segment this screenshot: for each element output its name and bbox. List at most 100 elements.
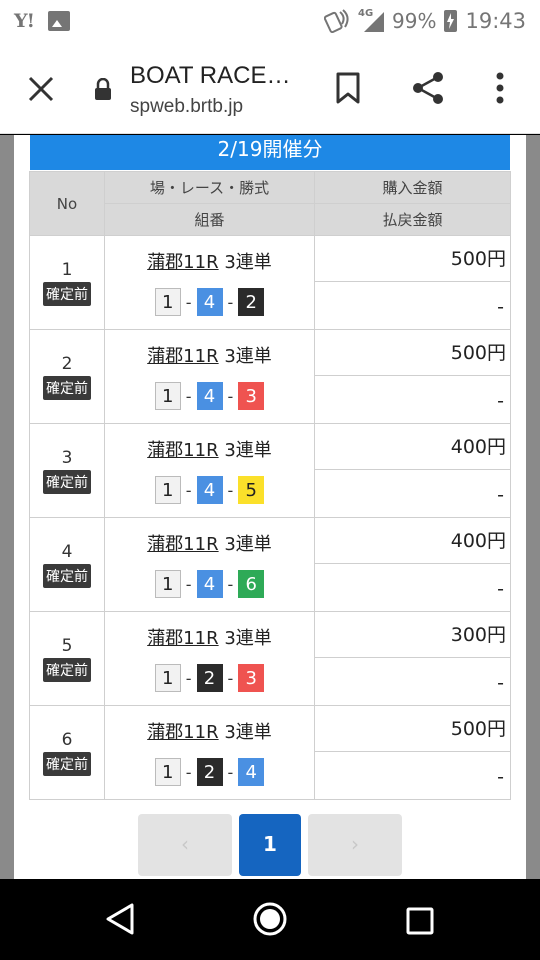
boat-number-1: 1 <box>154 758 181 786</box>
close-icon[interactable] <box>24 72 58 106</box>
race-link[interactable]: 蒲郡11R <box>147 440 218 461</box>
status-badge: 確定前 <box>43 469 91 494</box>
table-row: 4 確定前 蒲郡11R 3連単 1-4-6 400円 - <box>29 517 511 612</box>
bet-history-panel: 2/19開催分 No 場・レース・勝式 購入金額 組番 払戻金額 1 確定前 蒲郡1… <box>14 135 526 879</box>
boat-number-2: 2 <box>196 758 223 786</box>
status-badge: 確定前 <box>43 657 91 682</box>
image-icon <box>47 11 70 31</box>
header-no: No <box>29 171 105 236</box>
combination: 1-4-6 <box>105 570 314 598</box>
race-link[interactable]: 蒲郡11R <box>147 346 218 367</box>
purchase-amount: 500円 <box>315 236 510 282</box>
more-vert-icon[interactable] <box>490 70 510 106</box>
payout-amount: - <box>497 578 504 600</box>
combo-separator: - <box>185 292 192 312</box>
boat-number-5: 5 <box>238 476 265 504</box>
payout-amount: - <box>497 672 504 694</box>
table-row: 3 確定前 蒲郡11R 3連単 1-4-5 400円 - <box>29 423 511 518</box>
back-icon[interactable] <box>106 903 136 935</box>
race-link[interactable]: 蒲郡11R <box>147 722 218 743</box>
purchase-amount: 400円 <box>315 518 510 564</box>
bet-type: 3連単 <box>224 722 272 743</box>
bet-type: 3連単 <box>224 628 272 649</box>
bet-table: No 場・レース・勝式 購入金額 組番 払戻金額 1 確定前 蒲郡11R 3連単 1-… <box>29 171 511 800</box>
prev-page-button[interactable]: ‹ <box>138 814 232 876</box>
next-page-button[interactable]: › <box>308 814 402 876</box>
amount-cell: 300円 - <box>314 611 511 706</box>
page-title[interactable]: BOAT RACE… <box>130 62 290 90</box>
header-payout: 払戻金額 <box>314 203 511 236</box>
table-row: 2 確定前 蒲郡11R 3連単 1-4-3 500円 - <box>29 329 511 424</box>
race-link[interactable]: 蒲郡11R <box>147 252 218 273</box>
row-number: 5 <box>61 635 73 656</box>
payout-amount: - <box>497 390 504 412</box>
bet-type: 3連単 <box>224 534 272 555</box>
payout-amount: - <box>497 296 504 318</box>
bookmark-icon[interactable] <box>334 70 362 106</box>
status-bar: Y! 4G 99% 19:43 <box>0 0 540 44</box>
combination: 1-4-2 <box>105 288 314 316</box>
combo-separator: - <box>185 386 192 406</box>
system-nav-bar <box>0 879 540 960</box>
boat-number-2: 2 <box>238 288 265 316</box>
race-cell: 蒲郡11R 3連単 1-4-6 <box>104 517 315 612</box>
boat-number-4: 4 <box>196 476 223 504</box>
combo-separator: - <box>185 668 192 688</box>
combination: 1-4-3 <box>105 382 314 410</box>
table-row: 5 確定前 蒲郡11R 3連単 1-2-3 300円 - <box>29 611 511 706</box>
boat-number-1: 1 <box>154 664 181 692</box>
browser-toolbar: BOAT RACE… spweb.brtb.jp <box>0 44 540 134</box>
table-row: 6 確定前 蒲郡11R 3連単 1-2-4 500円 - <box>29 705 511 800</box>
status-badge: 確定前 <box>43 563 91 588</box>
page-1-button[interactable]: 1 <box>239 814 301 876</box>
purchase-amount: 300円 <box>315 612 510 658</box>
combination: 1-2-3 <box>105 664 314 692</box>
purchase-amount: 500円 <box>315 330 510 376</box>
payout-amount: - <box>497 484 504 506</box>
row-number: 3 <box>61 447 73 468</box>
clock: 19:43 <box>465 9 526 33</box>
combination: 1-2-4 <box>105 758 314 786</box>
amount-cell: 400円 - <box>314 517 511 612</box>
signal-icon <box>364 12 385 32</box>
combo-separator: - <box>185 480 192 500</box>
purchase-amount: 500円 <box>315 706 510 752</box>
date-banner: 2/19開催分 <box>30 135 510 170</box>
race-link[interactable]: 蒲郡11R <box>147 628 218 649</box>
amount-cell: 400円 - <box>314 423 511 518</box>
yahoo-icon: Y! <box>14 10 35 32</box>
row-number-cell: 4 確定前 <box>29 517 105 612</box>
race-cell: 蒲郡11R 3連単 1-2-4 <box>104 705 315 800</box>
row-number: 6 <box>61 729 73 750</box>
home-icon[interactable] <box>252 901 288 937</box>
race-cell: 蒲郡11R 3連単 1-4-2 <box>104 235 315 330</box>
boat-number-1: 1 <box>154 476 181 504</box>
recents-icon[interactable] <box>406 907 434 935</box>
payout-amount: - <box>497 766 504 788</box>
amount-cell: 500円 - <box>314 235 511 330</box>
header-combo: 組番 <box>104 203 315 236</box>
combo-separator: - <box>227 480 234 500</box>
boat-number-2: 2 <box>196 664 223 692</box>
url-text[interactable]: spweb.brtb.jp <box>130 96 243 118</box>
page-content: 2/19開催分 No 場・レース・勝式 購入金額 組番 払戻金額 1 確定前 蒲郡1… <box>0 135 540 879</box>
boat-number-1: 1 <box>154 570 181 598</box>
boat-number-4: 4 <box>238 758 265 786</box>
lock-icon[interactable] <box>94 78 112 100</box>
boat-number-4: 4 <box>196 382 223 410</box>
combo-separator: - <box>227 574 234 594</box>
table-row: 1 確定前 蒲郡11R 3連単 1-4-2 500円 - <box>29 235 511 330</box>
row-number: 2 <box>61 353 73 374</box>
race-cell: 蒲郡11R 3連単 1-4-3 <box>104 329 315 424</box>
row-number: 4 <box>61 541 73 562</box>
boat-number-1: 1 <box>154 382 181 410</box>
boat-number-4: 4 <box>196 570 223 598</box>
boat-number-3: 3 <box>238 664 265 692</box>
row-number: 1 <box>61 259 73 280</box>
status-badge: 確定前 <box>43 281 91 306</box>
race-link[interactable]: 蒲郡11R <box>147 534 218 555</box>
combo-separator: - <box>227 386 234 406</box>
bet-type: 3連単 <box>224 440 272 461</box>
share-icon[interactable] <box>410 70 446 106</box>
combo-separator: - <box>227 668 234 688</box>
